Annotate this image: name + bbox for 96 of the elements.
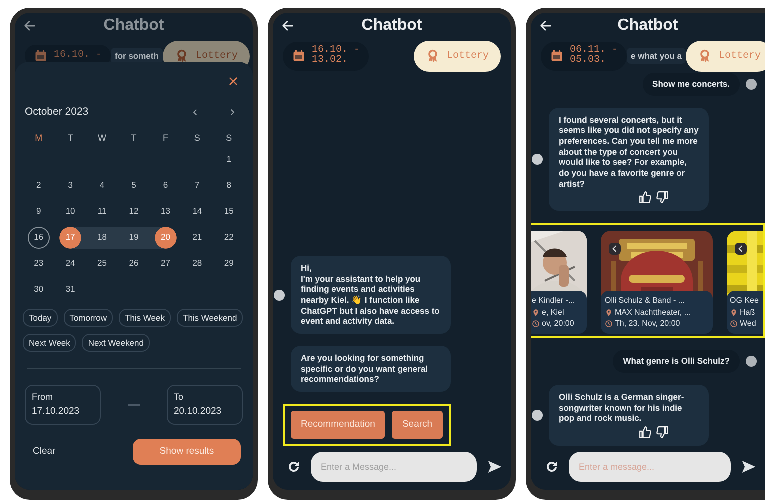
calendar-day[interactable]: 28 [186,252,208,275]
event-time: ov, 20:00 [542,318,574,330]
event-location: e, Kiel [542,306,564,318]
calendar-day[interactable]: 6 [154,174,177,197]
calendar-day[interactable]: 14 [186,200,208,223]
calendar-day[interactable]: 11 [91,200,114,223]
clock-icon [730,320,738,328]
pin-icon [730,308,738,317]
user-message: What genre is Olli Schulz? [613,350,740,374]
send-icon[interactable] [487,459,503,475]
message-text: Olli Schulz is a German singer-songwriter known for his indie pop and rock music. [559,392,686,424]
event-title: e Kindler -... [532,295,576,307]
calendar-day[interactable]: 9 [28,200,50,223]
calendar-day[interactable]: 21 [186,226,208,249]
avatar [746,78,757,90]
send-icon[interactable] [741,459,757,475]
event-location: MAX Nachttheater, ... [615,306,692,318]
event-title: OG Kee [730,295,760,307]
calendar-icon [292,49,306,63]
weekday-label: M [34,132,44,145]
weekday-label: T [66,132,74,145]
thumbs-down-icon[interactable] [656,191,669,204]
date-range-chip[interactable]: 16.10. - 13.02. [283,42,370,70]
event-time: Th, 23. Nov, 20:00 [615,318,680,330]
calendar-day[interactable]: 8 [218,174,240,197]
message-input[interactable]: Enter a Message... [311,452,477,482]
calendar-day[interactable]: 12 [122,200,145,223]
range-chip[interactable]: Next Weekend [82,334,150,352]
weekday-label: S [225,132,234,145]
calendar-day[interactable]: 23 [28,252,50,275]
calendar-icon [34,49,48,63]
range-chip[interactable]: Next Week [23,334,76,352]
calendar-day[interactable]: 5 [122,174,145,197]
chevron-right-icon[interactable] [228,108,237,118]
calendar-day[interactable]: 4 [91,174,114,197]
thumbs-down-icon[interactable] [656,426,669,439]
calendar-day[interactable]: 31 [60,278,82,301]
date-range-chip[interactable]: 06.11. - 05.03. [541,42,628,70]
close-icon[interactable] [228,76,239,87]
back-icon[interactable] [539,19,553,33]
screen-title: Chatbot [360,16,424,36]
refresh-icon[interactable] [545,460,559,474]
calendar-day[interactable]: 24 [60,252,82,275]
message-text: Hi, I'm your assistant to help you finding events and activities nearby Kiel. 👋 I function like ChatGPT but I also have access to event and activity data. [301,263,441,327]
range-chip[interactable]: This Week [119,308,171,327]
calendar-icon [550,49,564,63]
chevron-left-icon[interactable] [191,108,200,118]
calendar-day[interactable]: 16 [28,226,50,249]
clock-icon [532,320,540,328]
screen-title: Chatbot [616,16,680,36]
calendar-day[interactable]: 25 [91,252,114,275]
weekday-label: T [130,132,138,145]
date-field[interactable]: From 17.10.2023 [25,385,101,425]
calendar-day[interactable]: 3 [60,174,82,197]
calendar-day[interactable]: 13 [154,200,177,223]
calendar-day[interactable]: 29 [218,252,240,275]
range-chip[interactable]: This Weekend [177,308,244,327]
thumbs-up-icon[interactable] [639,426,652,439]
award-icon [698,49,712,63]
clock-icon [605,320,613,328]
calendar-day[interactable]: 10 [60,200,82,223]
calendar-day[interactable]: 27 [154,252,177,275]
weekday-label: S [193,132,202,145]
user-message: Show me concerts. [642,73,740,96]
calendar-day[interactable]: 30 [28,278,50,301]
calendar-day[interactable]: 7 [186,174,208,197]
avatar [746,356,757,368]
date-field[interactable]: To 20.10.2023 [167,385,243,425]
award-icon [174,49,189,63]
calendar-day[interactable]: 19 [118,226,150,249]
calendar-day[interactable]: 1 [218,148,240,171]
range-chip[interactable]: Today [23,308,58,327]
message-text: Are you looking for something specific or do you want general recommendations? [301,352,430,385]
weekday-label: F [162,132,170,145]
month-title: October 2023 [25,105,90,120]
chat-message: e what you a [627,48,686,64]
thumbs-up-icon[interactable] [639,191,652,204]
event-title: Olli Schulz & Band - ... [605,295,686,307]
screen-title: Chatbot [102,16,166,36]
award-icon [426,49,440,63]
clear-button[interactable]: Clear [27,440,62,464]
back-icon[interactable] [281,19,295,33]
message-input[interactable]: Enter a message... [569,452,731,482]
weekday-label: W [97,132,108,145]
calendar-day[interactable]: 18 [86,226,118,249]
event-location: Haß [740,306,756,318]
calendar-day[interactable]: 15 [218,200,240,223]
calendar-day[interactable]: 22 [218,226,240,249]
event-time: Wed [740,318,756,330]
calendar-day[interactable]: 26 [122,252,145,275]
range-chip[interactable]: Tomorrow [64,308,113,327]
pin-icon [532,308,540,317]
pin-icon [605,308,613,317]
calendar-day[interactable]: 2 [28,174,50,197]
refresh-icon[interactable] [287,460,301,474]
message-text: I found several concerts, but it seems like you did not specify any preferences. Can you tell me more about the type of concert you would like to see? For example, do you have a favorite genre or artist? [559,114,699,190]
